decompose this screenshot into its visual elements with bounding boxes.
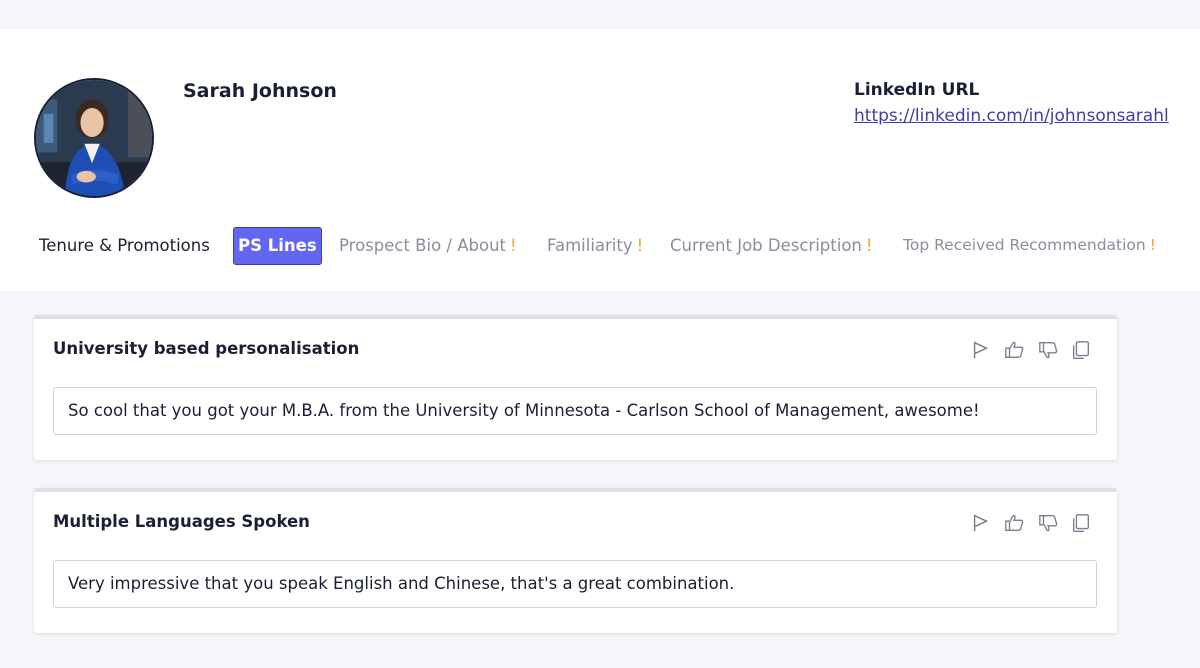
- prospect-name: Sarah Johnson: [183, 80, 337, 102]
- linkedin-block: LinkedIn URL https://linkedin.com/in/joh…: [854, 80, 1169, 126]
- warning-icon: !: [636, 236, 644, 255]
- copy-icon[interactable]: [1069, 337, 1093, 363]
- copy-icon[interactable]: [1069, 510, 1093, 536]
- thumbs-up-icon[interactable]: [1003, 510, 1027, 536]
- avatar: [34, 78, 154, 198]
- tab-ps-lines[interactable]: PS Lines: [233, 227, 322, 265]
- profile-photo: [36, 80, 152, 196]
- warning-icon: !: [510, 236, 517, 255]
- ps-line-text[interactable]: So cool that you got your M.B.A. from th…: [53, 387, 1097, 435]
- tab-prospect-bio[interactable]: Prospect Bio / About!: [339, 236, 517, 255]
- card-title: Multiple Languages Spoken: [53, 512, 310, 531]
- tab-label: Top Received Recommendation: [903, 236, 1146, 254]
- flag-icon[interactable]: [969, 510, 993, 536]
- card-actions: [969, 510, 1090, 538]
- profile-panel: Sarah Johnson LinkedIn URL https://linke…: [0, 30, 1200, 290]
- tab-bar: Tenure & Promotions PS Lines Prospect Bi…: [0, 226, 1200, 270]
- thumbs-down-icon[interactable]: [1037, 510, 1061, 536]
- linkedin-label: LinkedIn URL: [854, 80, 980, 100]
- tab-label: Familiarity: [547, 236, 633, 255]
- linkedin-url-link[interactable]: https://linkedin.com/in/johnsonsarahl: [854, 106, 1169, 126]
- ps-line-card: University based personalisation So cool…: [34, 315, 1117, 460]
- warning-icon: !: [865, 236, 873, 255]
- ps-line-card: Multiple Languages Spoken Very impressiv…: [34, 488, 1117, 633]
- thumbs-down-icon[interactable]: [1037, 337, 1061, 363]
- warning-icon: !: [1149, 236, 1156, 254]
- tab-tenure-promotions[interactable]: Tenure & Promotions: [39, 236, 210, 255]
- tab-label: Tenure & Promotions: [39, 236, 210, 255]
- card-title: University based personalisation: [53, 339, 360, 358]
- thumbs-up-icon[interactable]: [1003, 337, 1027, 363]
- tab-current-job-description[interactable]: Current Job Description!: [670, 236, 873, 255]
- tab-label: Current Job Description: [670, 236, 862, 255]
- tab-familiarity[interactable]: Familiarity!: [547, 236, 643, 255]
- top-strip: [0, 0, 1200, 30]
- card-actions: [969, 337, 1090, 365]
- tab-label: PS Lines: [238, 236, 317, 255]
- flag-icon[interactable]: [969, 337, 993, 363]
- ps-line-text[interactable]: Very impressive that you speak English a…: [53, 560, 1097, 608]
- tab-top-received-recommendation[interactable]: Top Received Recommendation!: [903, 236, 1156, 254]
- tab-label: Prospect Bio / About: [339, 236, 507, 255]
